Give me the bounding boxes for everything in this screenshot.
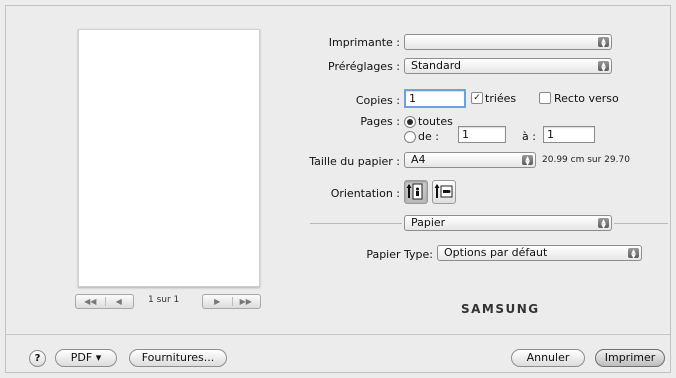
pages-from-label: de :: [418, 130, 439, 143]
popup-arrows-icon: ▲ ▼: [598, 37, 609, 49]
collated-label: triées: [485, 92, 517, 105]
next-page-icon[interactable]: ▶: [203, 295, 232, 308]
supplies-button[interactable]: Fournitures...: [129, 349, 227, 367]
preview-nav-back-group[interactable]: ◀◀ ◀: [75, 294, 134, 309]
printer-label: Imprimante :: [328, 36, 400, 49]
divider: [104, 297, 106, 306]
preview-nav-forward-group[interactable]: ▶ ▶▶: [202, 294, 261, 309]
popup-arrows-icon: ▲ ▼: [598, 61, 609, 73]
paper-type-label: Papier Type:: [366, 248, 433, 261]
last-page-icon[interactable]: ▶▶: [232, 295, 261, 308]
landscape-orientation-button[interactable]: [432, 180, 456, 204]
paper-size-popup[interactable]: A4 ▲ ▼: [404, 152, 536, 168]
pages-range-radio[interactable]: [404, 131, 416, 143]
copies-label: Copies :: [355, 94, 400, 107]
section-divider-left: [310, 223, 402, 224]
help-button[interactable]: ?: [29, 350, 46, 367]
paper-size-dimensions: 20.99 cm sur 29.70: [542, 155, 630, 165]
paper-type-value: Options par défaut: [444, 246, 548, 259]
cancel-button[interactable]: Annuler: [511, 349, 585, 367]
paper-size-label: Taille du papier :: [309, 155, 400, 168]
copies-field[interactable]: 1: [404, 89, 466, 108]
popup-arrows-icon: ▲ ▼: [522, 155, 533, 167]
section-divider-right: [614, 223, 668, 224]
printer-popup[interactable]: ▲ ▼: [404, 34, 612, 50]
first-page-icon[interactable]: ◀◀: [76, 295, 105, 308]
divider: [231, 297, 233, 306]
presets-popup[interactable]: Standard ▲ ▼: [404, 58, 612, 74]
duplex-checkbox[interactable]: [539, 92, 551, 104]
paper-size-value: A4: [411, 153, 426, 166]
presets-label: Préréglages :: [328, 60, 400, 73]
pages-from-field[interactable]: 1: [458, 126, 506, 143]
print-button[interactable]: Imprimer: [595, 349, 665, 367]
portrait-icon: [406, 183, 423, 200]
collated-checkbox[interactable]: ✓: [471, 92, 483, 104]
orientation-label: Orientation :: [330, 187, 400, 200]
page-preview: [78, 29, 260, 287]
page-counter: 1 sur 1: [148, 295, 180, 305]
pages-all-radio[interactable]: [404, 116, 416, 128]
section-value: Papier: [411, 216, 446, 229]
duplex-label: Recto verso: [554, 92, 619, 105]
pdf-menu-button[interactable]: PDF ▾: [55, 349, 117, 367]
popup-arrows-icon: ▲ ▼: [598, 218, 609, 230]
pages-all-label: toutes: [418, 115, 453, 128]
previous-page-icon[interactable]: ◀: [105, 295, 134, 308]
portrait-orientation-button[interactable]: [404, 180, 428, 204]
pages-label: Pages :: [360, 115, 400, 128]
paper-type-popup[interactable]: Options par défaut ▲ ▼: [437, 245, 642, 261]
popup-arrows-icon: ▲ ▼: [628, 248, 639, 260]
pages-to-field[interactable]: 1: [543, 126, 595, 143]
presets-value: Standard: [411, 59, 462, 72]
landscape-icon: [434, 184, 453, 198]
footer-divider: [6, 334, 670, 335]
section-popup[interactable]: Papier ▲ ▼: [404, 215, 612, 231]
pages-to-label: à :: [522, 130, 536, 143]
samsung-logo: SAMSUNG: [461, 302, 540, 316]
